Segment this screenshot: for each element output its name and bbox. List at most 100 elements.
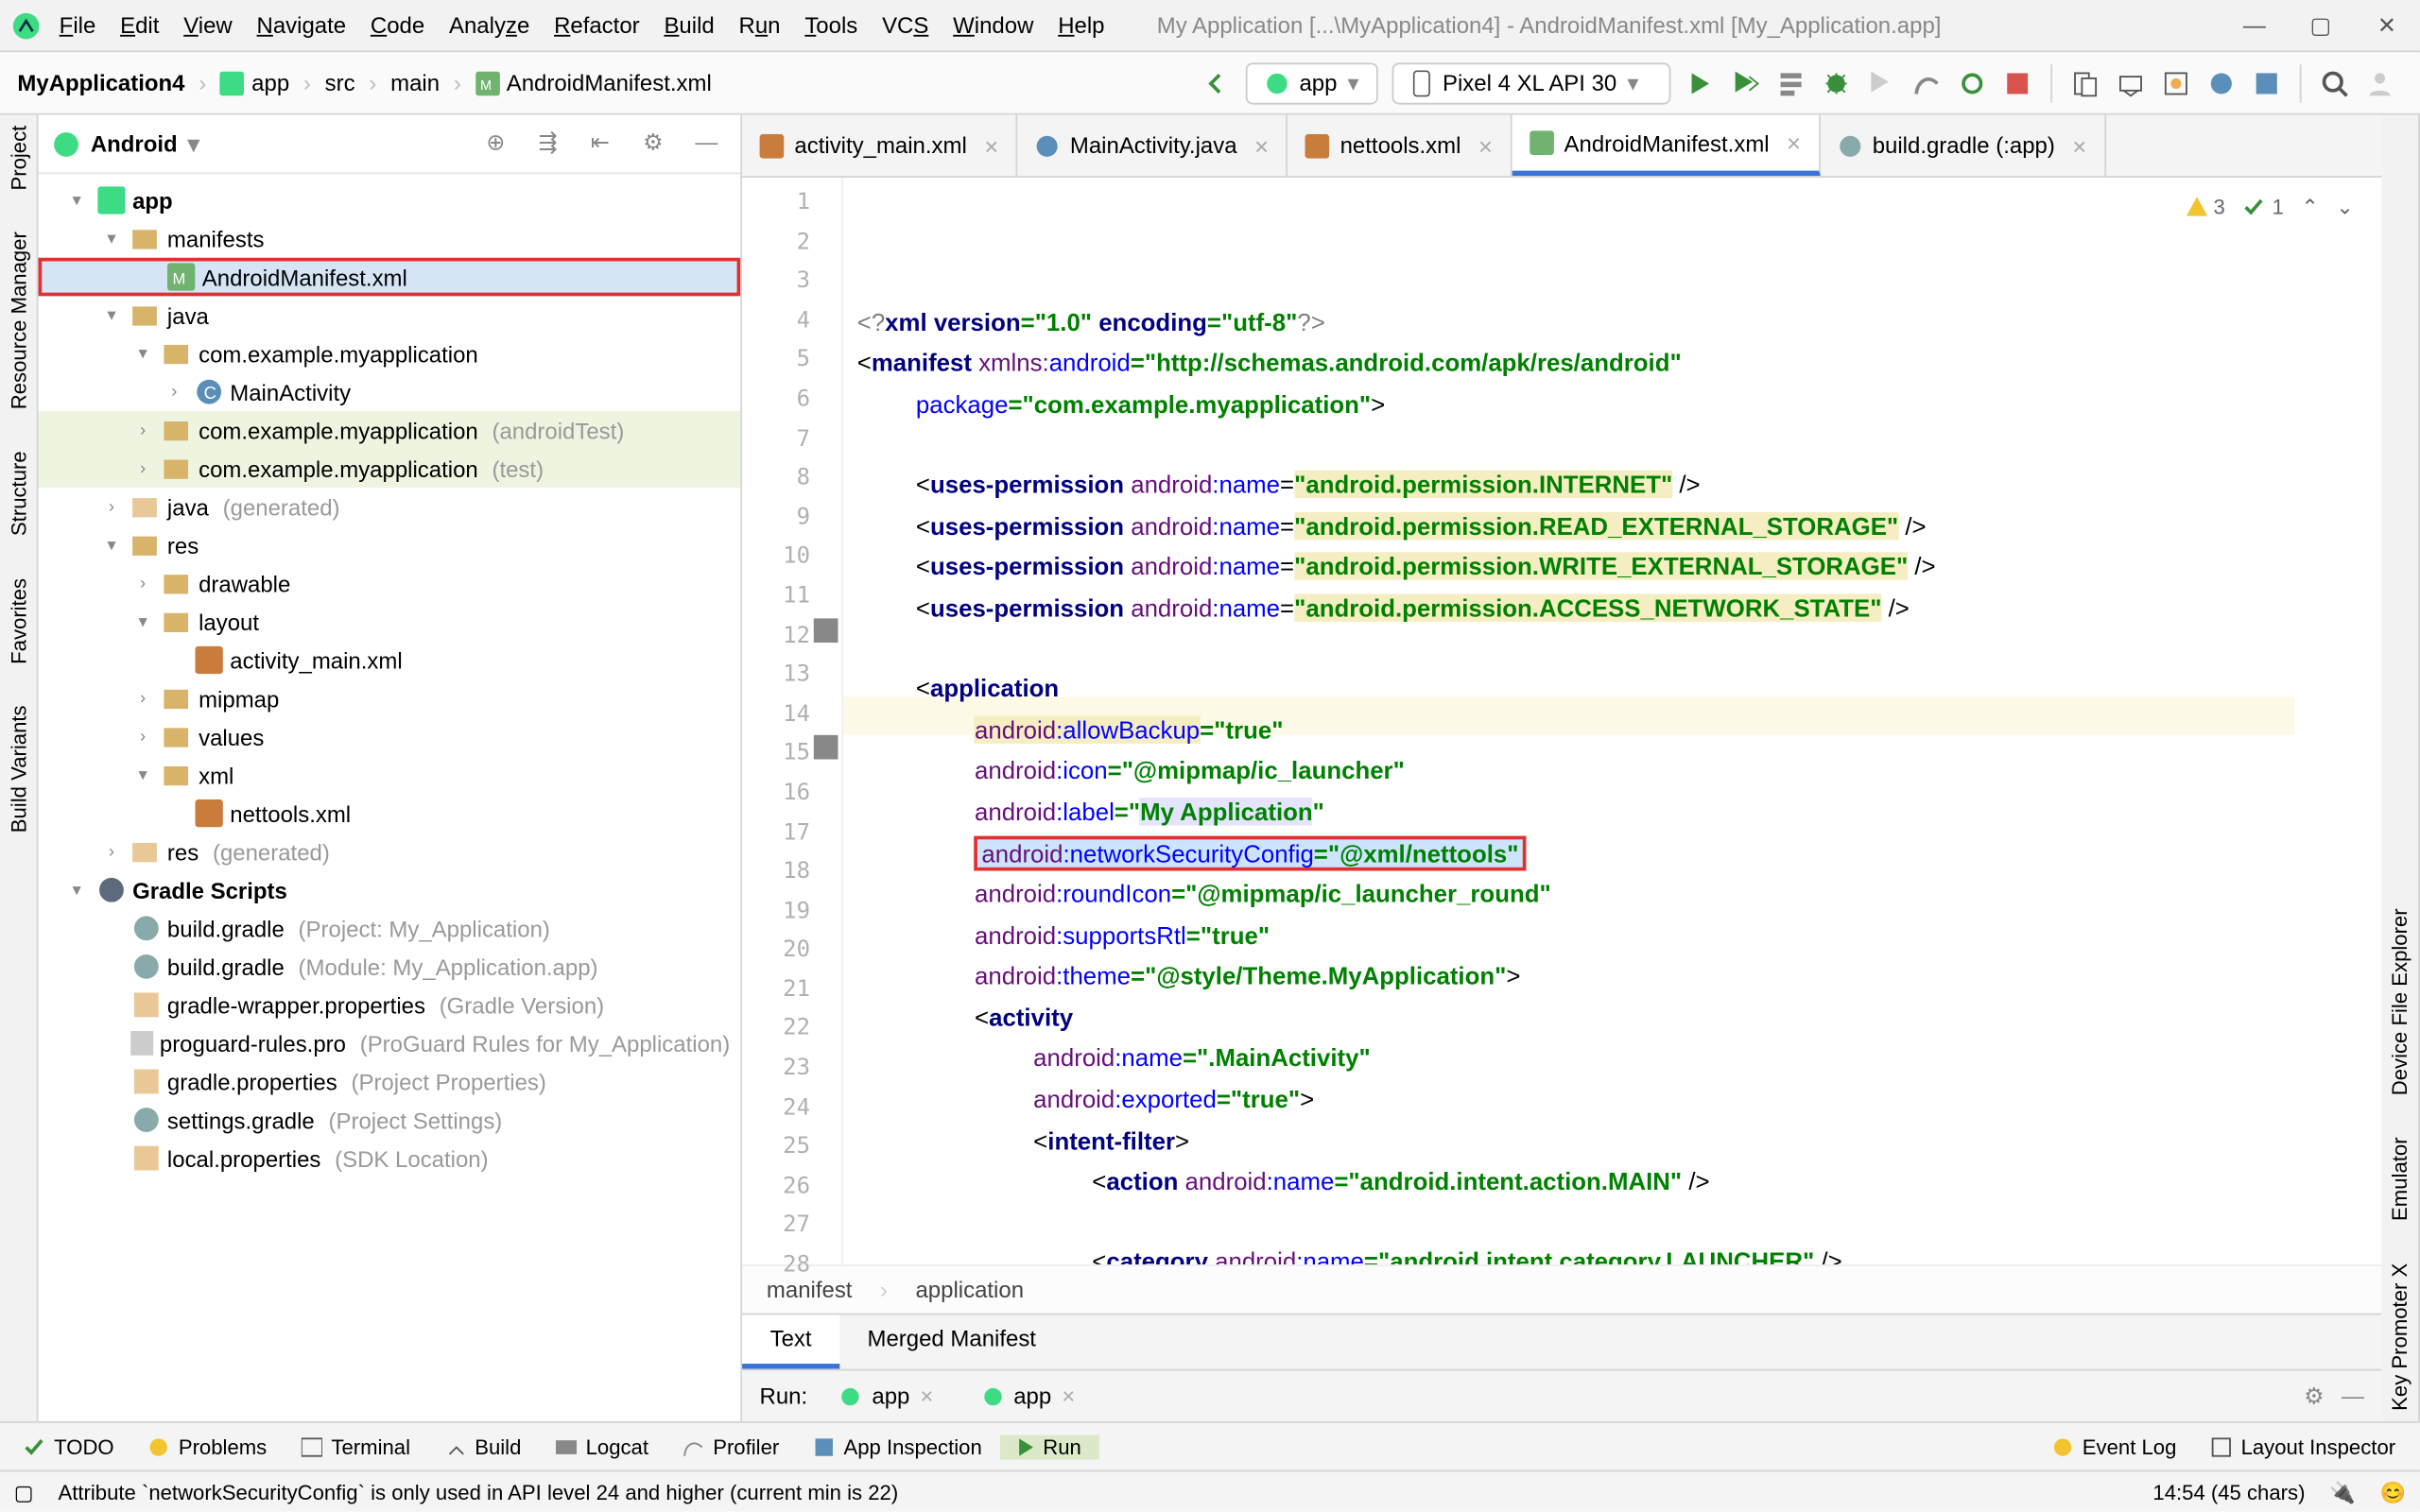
tree-proguard[interactable]: proguard-rules.pro(ProGuard Rules for My… (39, 1024, 741, 1063)
tree-values[interactable]: ›values (39, 717, 741, 756)
tree-gwp[interactable]: gradle-wrapper.properties(Gradle Version… (39, 986, 741, 1024)
user-icon[interactable] (2360, 63, 2399, 102)
gutter[interactable]: 1234567891011121314151617181920212223242… (742, 178, 843, 1264)
device-select[interactable]: Pixel 4 XL API 30▾ (1392, 61, 1671, 103)
menu-run[interactable]: Run (739, 12, 781, 39)
tab-close-icon[interactable]: × (984, 131, 998, 159)
add-icon[interactable]: ⊕ (486, 128, 517, 159)
tab-close-icon[interactable]: × (2072, 131, 2086, 159)
tree-pkg-androidtest[interactable]: ›com.example.myapplication(androidTest) (39, 411, 741, 450)
warning-count[interactable]: 3 (2184, 188, 2225, 228)
rail-emulator[interactable]: Emulator (2388, 1138, 2412, 1222)
status-memory-icon[interactable]: 🔌 (2329, 1480, 2356, 1504)
tab-activity-main[interactable]: activity_main.xml× (742, 115, 1017, 177)
project-tree[interactable]: ▾app ▾manifests MAndroidManifest.xml ▾ja… (39, 174, 741, 1421)
code-editor[interactable]: 3 1 ⌃ ⌄ <?xml version="1.0" encoding="ut… (843, 178, 2381, 1264)
menu-file[interactable]: File (60, 12, 96, 39)
select-open-icon[interactable]: ⇶ (538, 128, 569, 159)
menu-refactor[interactable]: Refactor (554, 12, 640, 39)
tab-text[interactable]: Text (742, 1314, 839, 1368)
bc-src[interactable]: src (325, 70, 355, 96)
rail-project[interactable]: Project (6, 126, 30, 191)
bc-file[interactable]: M AndroidManifest.xml (475, 70, 712, 96)
sdk-manager-icon[interactable] (2112, 63, 2151, 102)
tree-bg2[interactable]: build.gradle(Module: My_Application.app) (39, 948, 741, 987)
minimize-icon[interactable]: — (2242, 13, 2267, 38)
coverage-icon[interactable] (1862, 63, 1901, 102)
run-config-select[interactable]: app▾ (1245, 61, 1377, 103)
rail-build-variants[interactable]: Build Variants (6, 706, 30, 833)
tab-build-gradle[interactable]: build.gradle (:app)× (1820, 115, 2105, 177)
close-icon[interactable]: ✕ (2375, 13, 2399, 38)
xml-bc-application[interactable]: application (915, 1277, 1024, 1303)
run-tab-1[interactable]: app× (825, 1378, 949, 1415)
menu-view[interactable]: View (183, 12, 233, 39)
tree-bg1[interactable]: build.gradle(Project: My_Application) (39, 909, 741, 948)
tree-drawable[interactable]: ›drawable (39, 564, 741, 603)
bottom-build[interactable]: Build (427, 1435, 538, 1459)
tab-close-icon[interactable]: × (1254, 131, 1269, 159)
back-arrow-icon[interactable] (1197, 63, 1236, 102)
avd-manager-icon[interactable] (2066, 63, 2105, 102)
tab-mainactivity[interactable]: MainActivity.java× (1018, 115, 1288, 177)
up-icon[interactable]: ⌃ (2301, 188, 2319, 228)
apply-changes-icon[interactable] (1726, 63, 1765, 102)
collapse-icon[interactable]: ⇤ (591, 128, 622, 159)
tab-nettools[interactable]: nettools.xml× (1288, 115, 1512, 177)
bc-module[interactable]: app (220, 70, 289, 96)
maximize-icon[interactable]: ▢ (2308, 13, 2333, 38)
rail-structure[interactable]: Structure (6, 452, 30, 537)
run-tab-2[interactable]: app× (966, 1378, 1090, 1415)
menu-analyze[interactable]: Analyze (449, 12, 529, 39)
tree-mainactivity[interactable]: ›CMainActivity (39, 372, 741, 411)
tree-pkg[interactable]: ▾com.example.myapplication (39, 335, 741, 373)
tab-close-icon[interactable]: × (920, 1383, 933, 1409)
bottom-todo[interactable]: TODO (7, 1435, 131, 1459)
menu-build[interactable]: Build (664, 12, 714, 39)
rail-device-file-explorer[interactable]: Device File Explorer (2388, 909, 2412, 1096)
apply-code-icon[interactable] (1772, 63, 1810, 102)
tree-nettools[interactable]: nettools.xml (39, 794, 741, 833)
bottom-logcat[interactable]: Logcat (539, 1435, 666, 1459)
resource-manager-icon[interactable] (2157, 63, 2196, 102)
tab-close-icon[interactable]: × (1787, 129, 1801, 156)
hide-icon[interactable]: — (2342, 1383, 2364, 1409)
bottom-problems[interactable]: Problems (131, 1435, 285, 1459)
tree-pkg-test[interactable]: ›com.example.myapplication(test) (39, 449, 741, 488)
tree-res-gen[interactable]: ›res(generated) (39, 833, 741, 871)
menu-code[interactable]: Code (371, 12, 424, 39)
project-view-select[interactable]: Android ▾ (52, 129, 199, 157)
tree-sg[interactable]: settings.gradle(Project Settings) (39, 1101, 741, 1140)
stop-icon[interactable] (1998, 63, 2037, 102)
menu-help[interactable]: Help (1058, 12, 1104, 39)
tree-gradle-scripts[interactable]: ▾Gradle Scripts (39, 871, 741, 910)
gear-icon[interactable]: ⚙ (2304, 1382, 2324, 1409)
menu-vcs[interactable]: VCS (882, 12, 928, 39)
bc-project[interactable]: MyApplication4 (17, 70, 184, 96)
tab-manifest[interactable]: AndroidManifest.xml× (1512, 115, 1820, 177)
tree-java[interactable]: ▾java (39, 296, 741, 335)
tree-activity-main[interactable]: activity_main.xml (39, 641, 741, 679)
menu-navigate[interactable]: Navigate (257, 12, 347, 39)
gutter-image-icon[interactable] (814, 735, 838, 760)
rail-key-promoter[interactable]: Key Promoter X (2388, 1263, 2412, 1411)
bottom-terminal[interactable]: Terminal (285, 1435, 428, 1459)
bottom-run[interactable]: Run (999, 1435, 1098, 1459)
status-corner-icon[interactable]: ▢ (14, 1480, 34, 1504)
tree-res[interactable]: ▾res (39, 526, 741, 565)
rail-resource-manager[interactable]: Resource Manager (6, 232, 30, 410)
menu-tools[interactable]: Tools (804, 12, 857, 39)
ok-count[interactable]: 1 (2242, 188, 2284, 228)
search-icon[interactable] (2315, 63, 2354, 102)
tree-java-gen[interactable]: ›java(generated) (39, 488, 741, 526)
rail-favorites[interactable]: Favorites (6, 578, 30, 664)
sync-gradle-icon[interactable] (2203, 63, 2241, 102)
attach-debugger-icon[interactable] (1953, 63, 1992, 102)
tree-lp[interactable]: local.properties(SDK Location) (39, 1139, 741, 1177)
status-emoji-icon[interactable]: 😊 (2380, 1480, 2407, 1504)
tab-merged-manifest[interactable]: Merged Manifest (839, 1314, 1063, 1368)
bottom-event-log[interactable]: Event Log (2035, 1435, 2194, 1459)
menu-edit[interactable]: Edit (120, 12, 159, 39)
tree-gp[interactable]: gradle.properties(Project Properties) (39, 1062, 741, 1101)
bottom-layout-inspector[interactable]: Layout Inspector (2194, 1435, 2413, 1459)
